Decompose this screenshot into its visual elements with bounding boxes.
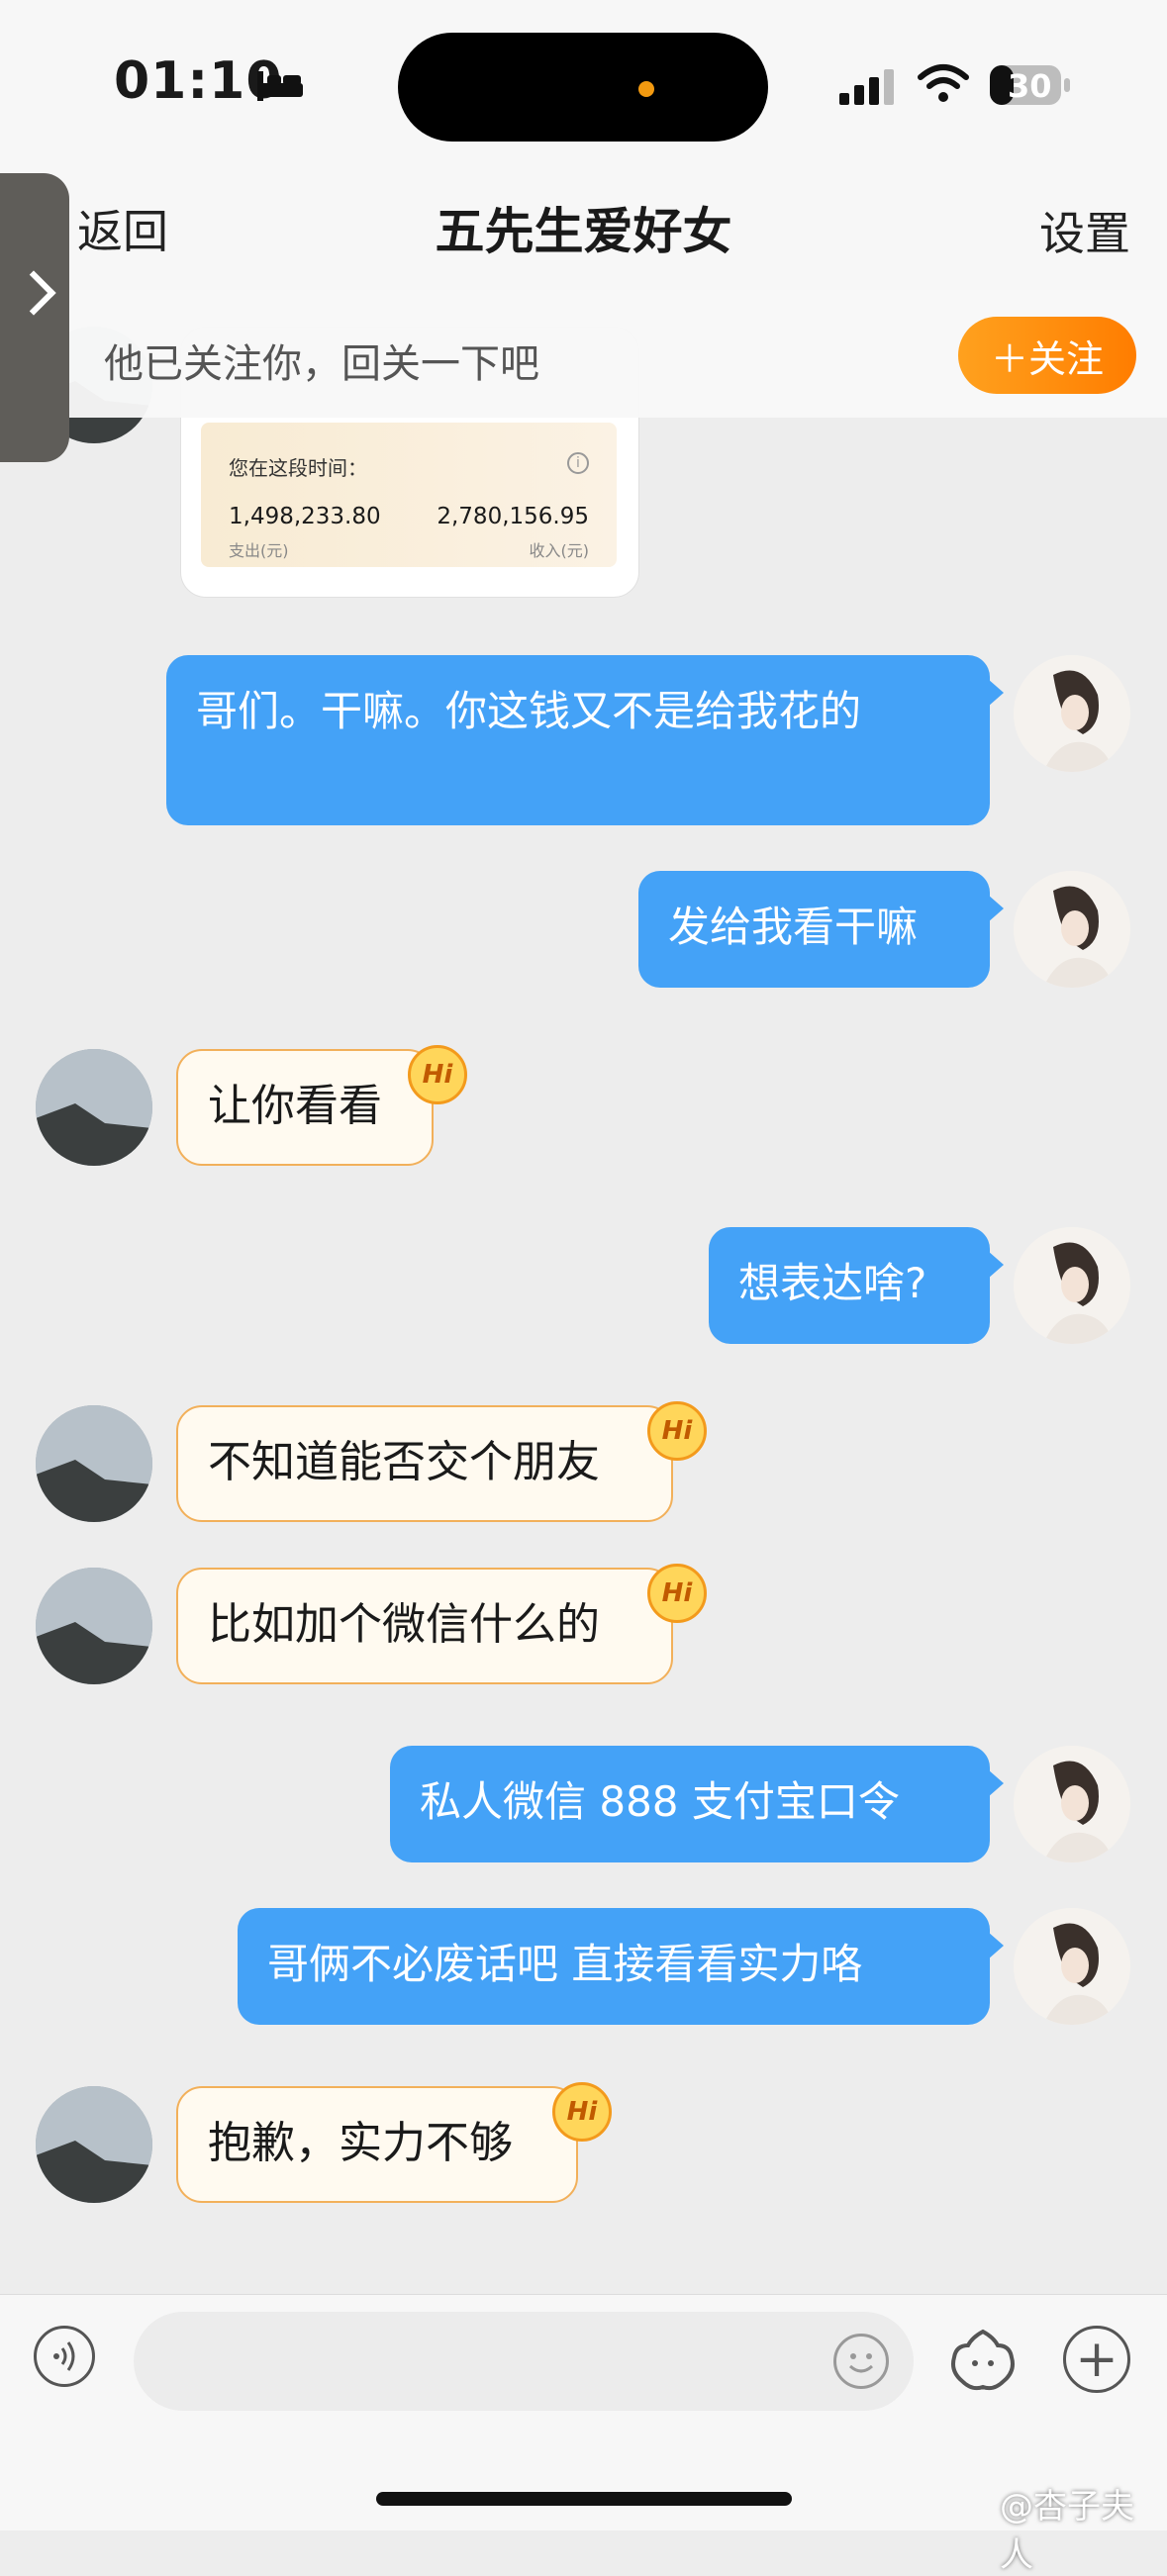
battery-level: 30 bbox=[1008, 67, 1052, 105]
income-value: 2,780,156.95 bbox=[437, 504, 589, 529]
message-text: 抱歉，实力不够 bbox=[208, 2118, 513, 2168]
page-title: 五先生爱好女 bbox=[435, 203, 732, 260]
watermark: @杏子夫人 bbox=[1000, 2487, 1134, 2575]
message-bubble[interactable]: 哥俩不必废话吧 直接看看实力咯 bbox=[238, 1908, 1004, 2025]
message-bubble[interactable]: 哥们。干嘛。你这钱又不是给我花的 bbox=[166, 655, 1004, 825]
message-input[interactable] bbox=[134, 2312, 914, 2411]
avatar[interactable] bbox=[1014, 1746, 1130, 1862]
message-bubble[interactable]: 想表达啥? bbox=[709, 1227, 1004, 1344]
avatar[interactable] bbox=[36, 1049, 152, 1166]
signal-icon bbox=[839, 67, 897, 111]
emoji-icon[interactable] bbox=[833, 2334, 889, 2389]
message-text: 让你看看 bbox=[208, 1081, 382, 1131]
expense-value: 1,498,233.80 bbox=[229, 504, 381, 529]
hi-badge-icon: Hi bbox=[408, 1045, 467, 1104]
message-text: 哥们。干嘛。你这钱又不是给我花的 bbox=[196, 687, 862, 735]
sticker-icon[interactable] bbox=[948, 2328, 1018, 2393]
avatar[interactable] bbox=[1014, 655, 1130, 772]
info-icon: i bbox=[567, 452, 589, 474]
message-bubble[interactable]: 让你看看 bbox=[176, 1049, 434, 1166]
message-text: 哥俩不必废话吧 直接看看实力咯 bbox=[267, 1940, 863, 1988]
avatar[interactable] bbox=[1014, 871, 1130, 988]
message-bubble[interactable]: 抱歉，实力不够 bbox=[176, 2086, 578, 2203]
message-bubble[interactable]: 比如加个微信什么的 bbox=[176, 1568, 673, 1684]
wifi-icon bbox=[917, 63, 970, 109]
message-text: 私人微信 888 支付宝口令 bbox=[420, 1777, 900, 1826]
message-text: 不知道能否交个朋友 bbox=[208, 1437, 600, 1487]
message-bubble[interactable]: 发给我看干嘛 bbox=[638, 871, 1004, 988]
income-label: 收入(元) bbox=[529, 541, 590, 560]
avatar[interactable] bbox=[36, 2086, 152, 2203]
summary-panel: 您在这段时间： i 1,498,233.80 支出(元) 2,780,156.9… bbox=[201, 423, 617, 567]
hi-badge-icon: Hi bbox=[647, 1564, 707, 1623]
avatar[interactable] bbox=[1014, 1227, 1130, 1344]
avatar[interactable] bbox=[1014, 1908, 1130, 2025]
message-text: 比如加个微信什么的 bbox=[208, 1599, 600, 1650]
camera-indicator-dot bbox=[638, 81, 654, 97]
message-bubble[interactable]: 私人微信 888 支付宝口令 bbox=[390, 1746, 1004, 1862]
voice-icon[interactable] bbox=[34, 2326, 95, 2387]
avatar[interactable] bbox=[36, 1405, 152, 1522]
home-indicator bbox=[376, 2492, 792, 2506]
follow-banner-text: 他已关注你，回关一下吧 bbox=[104, 341, 539, 387]
expense-label: 支出(元) bbox=[229, 541, 289, 560]
message-bubble[interactable]: 不知道能否交个朋友 bbox=[176, 1405, 673, 1522]
settings-button[interactable]: 设置 bbox=[1039, 198, 1130, 263]
message-text: 想表达啥? bbox=[738, 1259, 927, 1307]
bed-icon bbox=[255, 67, 305, 103]
plus-icon[interactable]: + bbox=[1063, 2326, 1130, 2393]
side-drawer-handle[interactable] bbox=[0, 173, 69, 462]
hi-badge-icon: Hi bbox=[647, 1401, 707, 1461]
dynamic-island bbox=[398, 33, 768, 142]
avatar[interactable] bbox=[36, 1568, 152, 1684]
hi-badge-icon: Hi bbox=[552, 2082, 612, 2142]
summary-heading: 您在这段时间： bbox=[229, 456, 367, 480]
message-text: 发给我看干嘛 bbox=[668, 903, 919, 951]
follow-button[interactable]: ＋关注 bbox=[958, 317, 1136, 394]
